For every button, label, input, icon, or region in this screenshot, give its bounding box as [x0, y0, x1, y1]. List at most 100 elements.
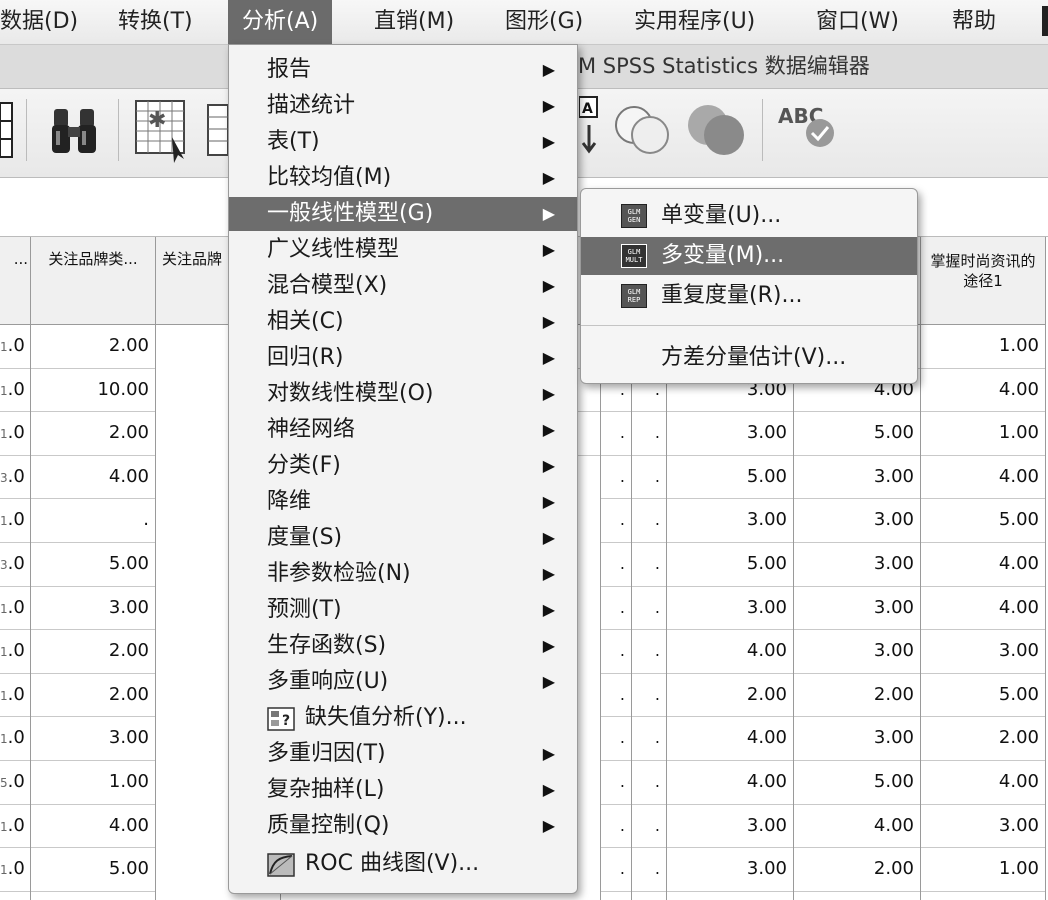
grid-column-brand-type[interactable]: 关注品牌类... 2.00 10.00 2.00 4.00 . 5.00 3.0… [31, 237, 156, 900]
table-cell[interactable]: 3.00 [794, 717, 920, 761]
table-cell[interactable]: 2.00 [794, 848, 920, 892]
table-cell[interactable]: 2.00 [31, 630, 155, 674]
table-cell[interactable]: 5.00 [31, 543, 155, 587]
table-cell[interactable]: 3.00 [667, 805, 793, 849]
table-cell[interactable]: 1.00 [921, 325, 1045, 369]
table-cell[interactable]: . [601, 412, 631, 456]
table-cell[interactable]: . [601, 674, 631, 718]
table-cell[interactable]: 2.00 [31, 674, 155, 718]
table-cell[interactable]: 3.00 [667, 499, 793, 543]
table-cell[interactable]: 1.00 [31, 761, 155, 805]
column-header[interactable]: 掌握时尚资讯的途径1 [921, 237, 1045, 325]
grid-column-fashion-channel-1[interactable]: 掌握时尚资讯的途径1 1.00 4.00 1.00 4.00 5.00 4.00… [921, 237, 1046, 900]
table-cell[interactable]: 2.00 [667, 674, 793, 718]
menu-item-classify[interactable]: 分类(F) ▶ [229, 449, 577, 483]
table-cell[interactable]: 5.00 [921, 674, 1045, 718]
menu-item-generalized-linear-models[interactable]: 广义线性模型 ▶ [229, 233, 577, 267]
venn-outline-icon[interactable] [612, 99, 676, 159]
table-cell[interactable]: 1.0 [0, 325, 30, 369]
table-cell[interactable]: 5.00 [667, 543, 793, 587]
table-cell[interactable]: . [632, 717, 666, 761]
table-cell[interactable]: 2.00 [31, 325, 155, 369]
table-cell[interactable]: 2.00 [921, 717, 1045, 761]
table-cell[interactable]: 3.00 [31, 717, 155, 761]
table-icon[interactable] [0, 101, 16, 161]
menu-item-multivariate[interactable]: GLM MULT 多变量(M)... [581, 237, 917, 275]
menu-item-survival[interactable]: 生存函数(S) ▶ [229, 629, 577, 663]
menu-data[interactable]: 数据(D) [0, 0, 78, 44]
table-cell[interactable]: 1.0 [0, 674, 30, 718]
table-cell[interactable]: 5.00 [31, 848, 155, 892]
table-cell[interactable]: 3.0 [0, 456, 30, 500]
table-cell[interactable]: 3.00 [921, 805, 1045, 849]
table-cell[interactable]: . [632, 412, 666, 456]
table-cell[interactable]: 5.00 [667, 456, 793, 500]
table-cell[interactable]: . [632, 761, 666, 805]
menu-window[interactable]: 窗口(W) [816, 0, 899, 44]
menu-item-tables[interactable]: 表(T) ▶ [229, 125, 577, 159]
table-cell[interactable]: 4.00 [667, 717, 793, 761]
table-cell[interactable]: 1.0 [0, 805, 30, 849]
table-cell[interactable]: 10.00 [31, 369, 155, 413]
table-cell[interactable]: 3.00 [667, 587, 793, 631]
table-cell[interactable]: 4.00 [794, 805, 920, 849]
menu-item-loglinear[interactable]: 对数线性模型(O) ▶ [229, 377, 577, 411]
table-cell[interactable]: . [632, 456, 666, 500]
menu-item-neural-networks[interactable]: 神经网络 ▶ [229, 413, 577, 447]
table-cell[interactable]: . [632, 848, 666, 892]
grid-column-a[interactable]: ... 1.0 1.0 1.0 3.0 1.0 3.0 1.0 1.0 1.0 … [0, 237, 31, 900]
table-cell[interactable]: . [601, 630, 631, 674]
table-cell[interactable]: 5.00 [794, 761, 920, 805]
table-cell[interactable]: . [601, 805, 631, 849]
table-cell[interactable]: 3.00 [667, 848, 793, 892]
menu-graphs[interactable]: 图形(G) [505, 0, 583, 44]
table-cell[interactable]: . [601, 587, 631, 631]
table-cell[interactable]: 5.00 [921, 499, 1045, 543]
table-cell[interactable]: 1.00 [921, 848, 1045, 892]
table-cell[interactable]: . [632, 543, 666, 587]
table-cell[interactable]: 2.00 [794, 674, 920, 718]
menu-item-mixed-models[interactable]: 混合模型(X) ▶ [229, 269, 577, 303]
menu-item-quality-control[interactable]: 质量控制(Q) ▶ [229, 809, 577, 843]
menu-utilities[interactable]: 实用程序(U) [634, 0, 755, 44]
menu-item-descriptive-statistics[interactable]: 描述统计 ▶ [229, 89, 577, 123]
table-cell[interactable]: 4.00 [921, 587, 1045, 631]
binoculars-icon[interactable] [50, 105, 98, 157]
table-cell[interactable]: 1.0 [0, 848, 30, 892]
table-cell[interactable]: 3.00 [794, 630, 920, 674]
spellcheck-icon[interactable]: ABC [776, 99, 840, 155]
table-cell[interactable]: . [601, 761, 631, 805]
menu-item-multiple-imputation[interactable]: 多重归因(T) ▶ [229, 737, 577, 771]
table-cell[interactable] [578, 412, 600, 456]
column-header[interactable]: 关注品牌类... [31, 237, 155, 325]
table-cell[interactable]: . [632, 805, 666, 849]
value-labels-icon[interactable]: A [579, 95, 601, 157]
menu-item-correlate[interactable]: 相关(C) ▶ [229, 305, 577, 339]
menu-item-roc-curve[interactable]: ROC 曲线图(V)... [229, 847, 577, 881]
menu-item-missing-value-analysis[interactable]: ? 缺失值分析(Y)... [229, 701, 577, 735]
table-cell[interactable]: 4.00 [921, 761, 1045, 805]
table-cell[interactable]: . [601, 717, 631, 761]
menu-item-forecasting[interactable]: 预测(T) ▶ [229, 593, 577, 627]
table-cell[interactable]: . [632, 587, 666, 631]
menu-item-compare-means[interactable]: 比较均值(M) ▶ [229, 161, 577, 195]
venn-filled-icon[interactable] [684, 99, 750, 161]
table-cell[interactable]: 5.0 [0, 761, 30, 805]
menu-item-regression[interactable]: 回归(R) ▶ [229, 341, 577, 375]
menu-item-complex-samples[interactable]: 复杂抽样(L) ▶ [229, 773, 577, 807]
menu-item-univariate[interactable]: GLM GEN 单变量(U)... [581, 197, 917, 235]
menu-analyze[interactable]: 分析(A) [228, 0, 333, 44]
menu-help[interactable]: 帮助 [952, 0, 996, 44]
column-header[interactable]: ... [0, 237, 30, 325]
table-cell[interactable]: 1.0 [0, 717, 30, 761]
menu-item-multiple-response[interactable]: 多重响应(U) ▶ [229, 665, 577, 699]
menu-transform[interactable]: 转换(T) [118, 0, 193, 44]
table-cell[interactable]: 3.0 [0, 543, 30, 587]
table-cell[interactable]: . [601, 543, 631, 587]
grid-select-icon[interactable]: ✱ [134, 97, 192, 163]
table-cell[interactable]: 1.0 [0, 412, 30, 456]
table-cell[interactable]: 4.00 [921, 543, 1045, 587]
table-cell[interactable]: . [632, 674, 666, 718]
table-cell[interactable]: 4.00 [31, 456, 155, 500]
table-cell[interactable]: 3.00 [794, 543, 920, 587]
